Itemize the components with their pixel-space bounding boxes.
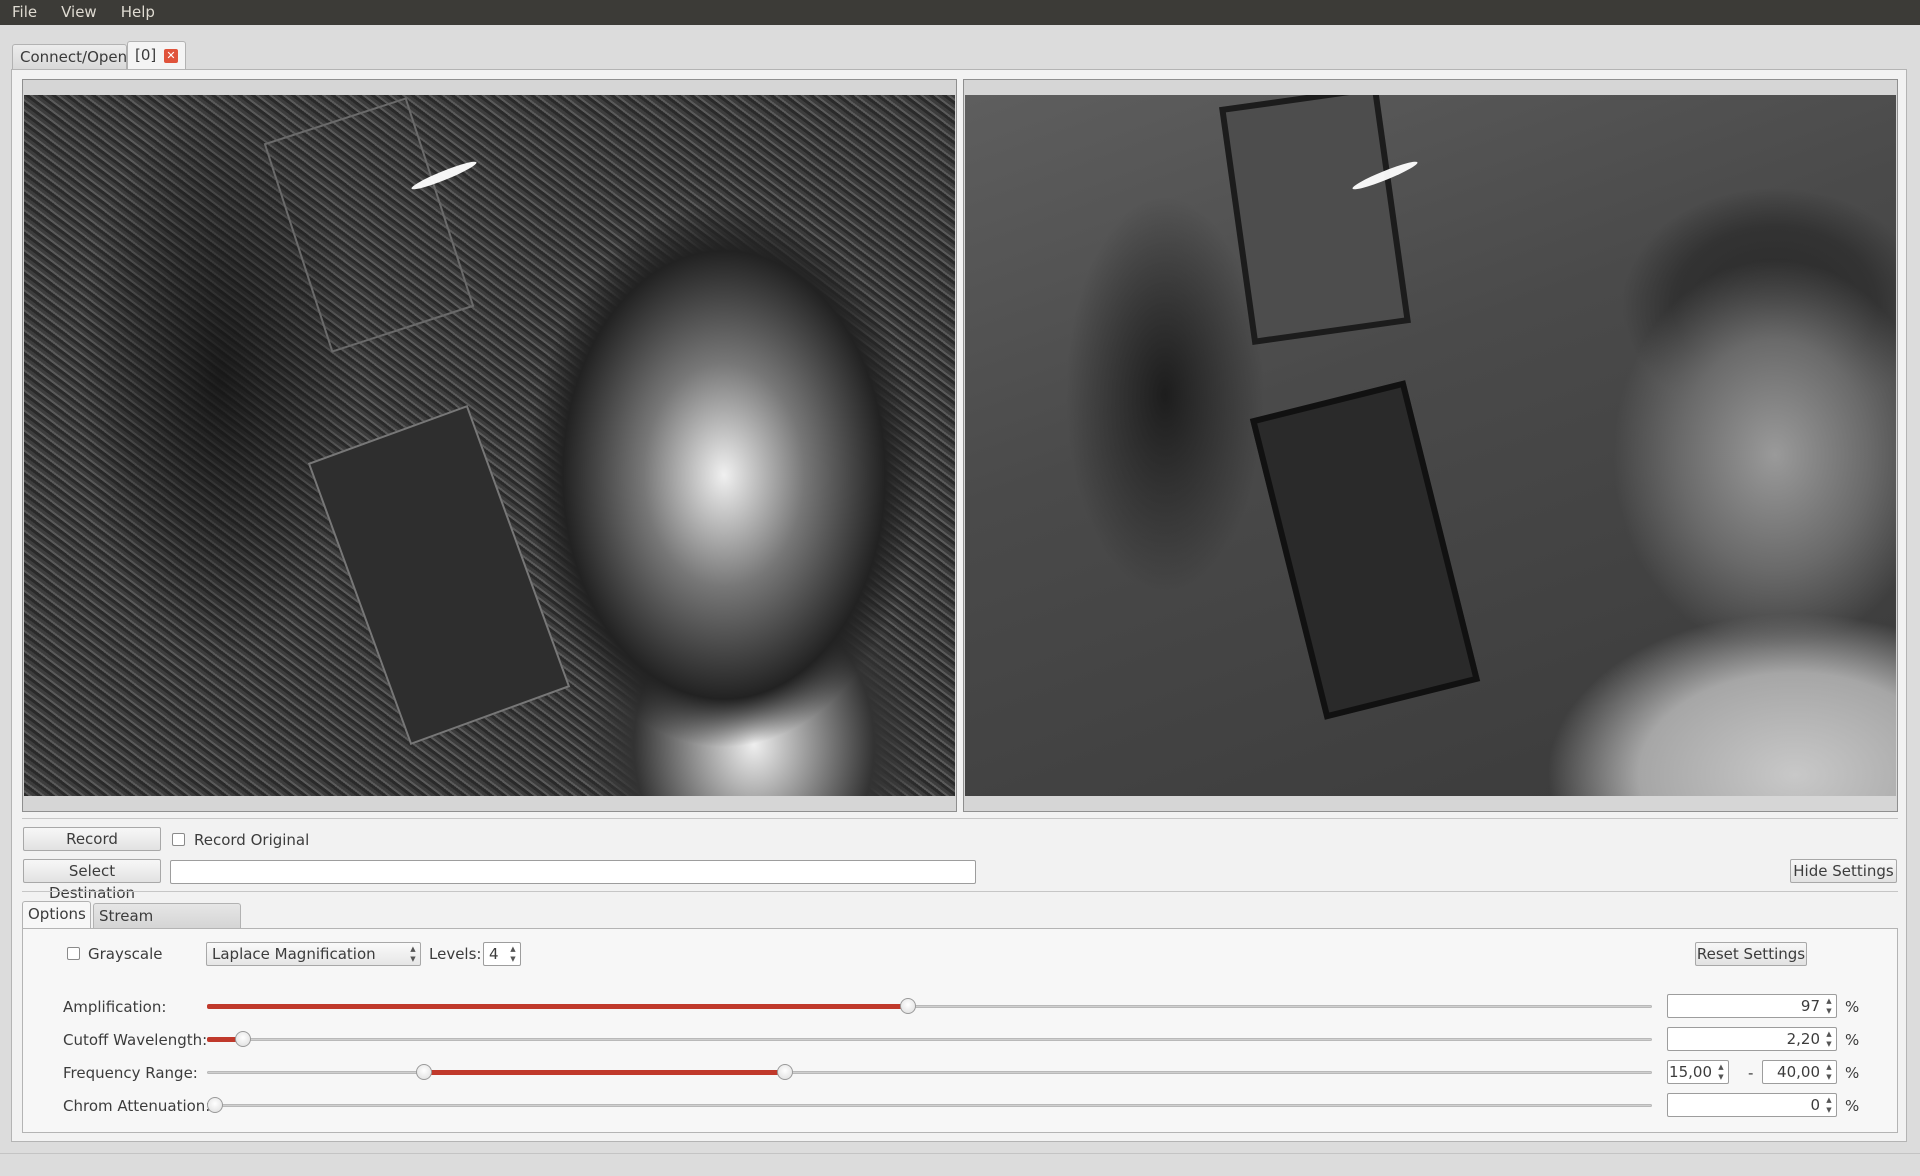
updown-arrows-icon[interactable]: ▲ ▼ <box>1716 1062 1726 1082</box>
frequency-range-unit: % <box>1845 1064 1860 1082</box>
select-destination-button[interactable]: Select Destination <box>23 859 161 902</box>
amplification-unit: % <box>1845 998 1860 1016</box>
cutoff-wavelength-unit: % <box>1845 1031 1860 1049</box>
tab-options-label: Options <box>28 905 86 923</box>
menu-file[interactable]: File <box>0 0 49 25</box>
amplification-slider-handle[interactable] <box>899 998 916 1014</box>
tab-stream-label: [0] <box>135 46 157 64</box>
magnification-mode-value: Laplace Magnification <box>212 945 376 963</box>
frequency-range-slider-fill <box>423 1070 785 1075</box>
record-original-label: Record Original <box>194 831 310 849</box>
frequency-high-value: 40,00 <box>1777 1063 1820 1081</box>
video-panel-magnified <box>22 79 957 812</box>
amplification-spinbox[interactable]: 97 ▲ ▼ <box>1667 994 1837 1018</box>
frequency-high-spinbox[interactable]: 40,00 ▲ ▼ <box>1762 1060 1837 1084</box>
frequency-low-spinbox[interactable]: 15,00 ▲ ▼ <box>1667 1060 1729 1084</box>
video-panel-original <box>963 79 1898 812</box>
tab-connect-open[interactable]: Connect/Open <box>12 44 127 70</box>
record-original-checkbox[interactable] <box>172 833 185 846</box>
magnified-video-image <box>24 95 955 796</box>
wall-frame-shape <box>1219 95 1411 345</box>
door-frame-shape <box>307 404 571 746</box>
updown-arrows-icon: ▲ ▼ <box>410 945 416 963</box>
select-destination-label: Select Destination <box>48 862 136 902</box>
wall-frame-shape <box>263 97 475 353</box>
reset-settings-button[interactable]: Reset Settings <box>1695 942 1807 966</box>
chrom-attenuation-spinbox[interactable]: 0 ▲ ▼ <box>1667 1093 1837 1117</box>
levels-spinbox[interactable]: 4 ▲ ▼ <box>483 942 521 966</box>
amplification-label: Amplification: <box>63 998 167 1016</box>
frequency-low-value: 15,00 <box>1669 1063 1712 1081</box>
updown-arrows-icon[interactable]: ▲ ▼ <box>1824 1095 1834 1115</box>
menu-bar: File View Help <box>0 0 1920 25</box>
tab-stream-information[interactable]: Stream Information <box>93 903 241 949</box>
magnification-mode-select[interactable]: Laplace Magnification ▲ ▼ <box>206 942 421 966</box>
menu-help[interactable]: Help <box>109 0 167 25</box>
separator <box>22 891 1898 892</box>
close-icon[interactable]: ✕ <box>164 49 178 63</box>
tab-options[interactable]: Options <box>22 901 91 929</box>
cutoff-wavelength-slider-handle[interactable] <box>235 1031 252 1047</box>
frequency-range-label: Frequency Range: <box>63 1064 198 1082</box>
separator <box>22 818 1898 819</box>
updown-arrows-icon[interactable]: ▲ ▼ <box>1824 996 1834 1016</box>
cutoff-wavelength-spinbox[interactable]: 2,20 ▲ ▼ <box>1667 1027 1837 1051</box>
chrom-attenuation-label: Chrom Attenuation: <box>63 1097 211 1115</box>
chrom-attenuation-slider-handle[interactable] <box>207 1097 223 1113</box>
original-video-image <box>965 95 1896 796</box>
cutoff-wavelength-value: 2,20 <box>1786 1030 1820 1048</box>
cutoff-wavelength-label: Cutoff Wavelength: <box>63 1031 208 1049</box>
frequency-range-high-handle[interactable] <box>777 1064 793 1080</box>
updown-arrows-icon[interactable]: ▲ ▼ <box>508 944 518 964</box>
hide-settings-label: Hide Settings <box>1793 862 1894 880</box>
destination-path-field[interactable] <box>170 860 976 884</box>
status-bar <box>0 1153 1920 1176</box>
tab-stream-0[interactable]: [0] ✕ <box>127 41 186 70</box>
cutoff-wavelength-slider-track[interactable] <box>207 1038 1652 1041</box>
amplification-slider-fill <box>207 1004 908 1009</box>
updown-arrows-icon[interactable]: ▲ ▼ <box>1824 1062 1834 1082</box>
levels-label: Levels: <box>429 945 482 963</box>
frequency-range-dash: - <box>1748 1064 1754 1082</box>
amplification-value: 97 <box>1800 997 1820 1015</box>
record-button-label: Record <box>66 830 118 848</box>
grayscale-checkbox[interactable] <box>67 947 80 960</box>
record-button[interactable]: Record <box>23 827 161 851</box>
grayscale-label: Grayscale <box>88 945 163 963</box>
reset-settings-label: Reset Settings <box>1696 945 1806 963</box>
hide-settings-button[interactable]: Hide Settings <box>1790 859 1897 883</box>
levels-value: 4 <box>489 945 499 963</box>
chrom-attenuation-slider-track[interactable] <box>207 1104 1652 1107</box>
chrom-attenuation-unit: % <box>1845 1097 1860 1115</box>
frequency-range-low-handle[interactable] <box>415 1064 432 1080</box>
tab-connect-label: Connect/Open <box>20 48 128 66</box>
chrom-attenuation-value: 0 <box>1810 1096 1820 1114</box>
menu-view[interactable]: View <box>49 0 109 25</box>
door-frame-shape <box>1249 380 1481 720</box>
updown-arrows-icon[interactable]: ▲ ▼ <box>1824 1029 1834 1049</box>
